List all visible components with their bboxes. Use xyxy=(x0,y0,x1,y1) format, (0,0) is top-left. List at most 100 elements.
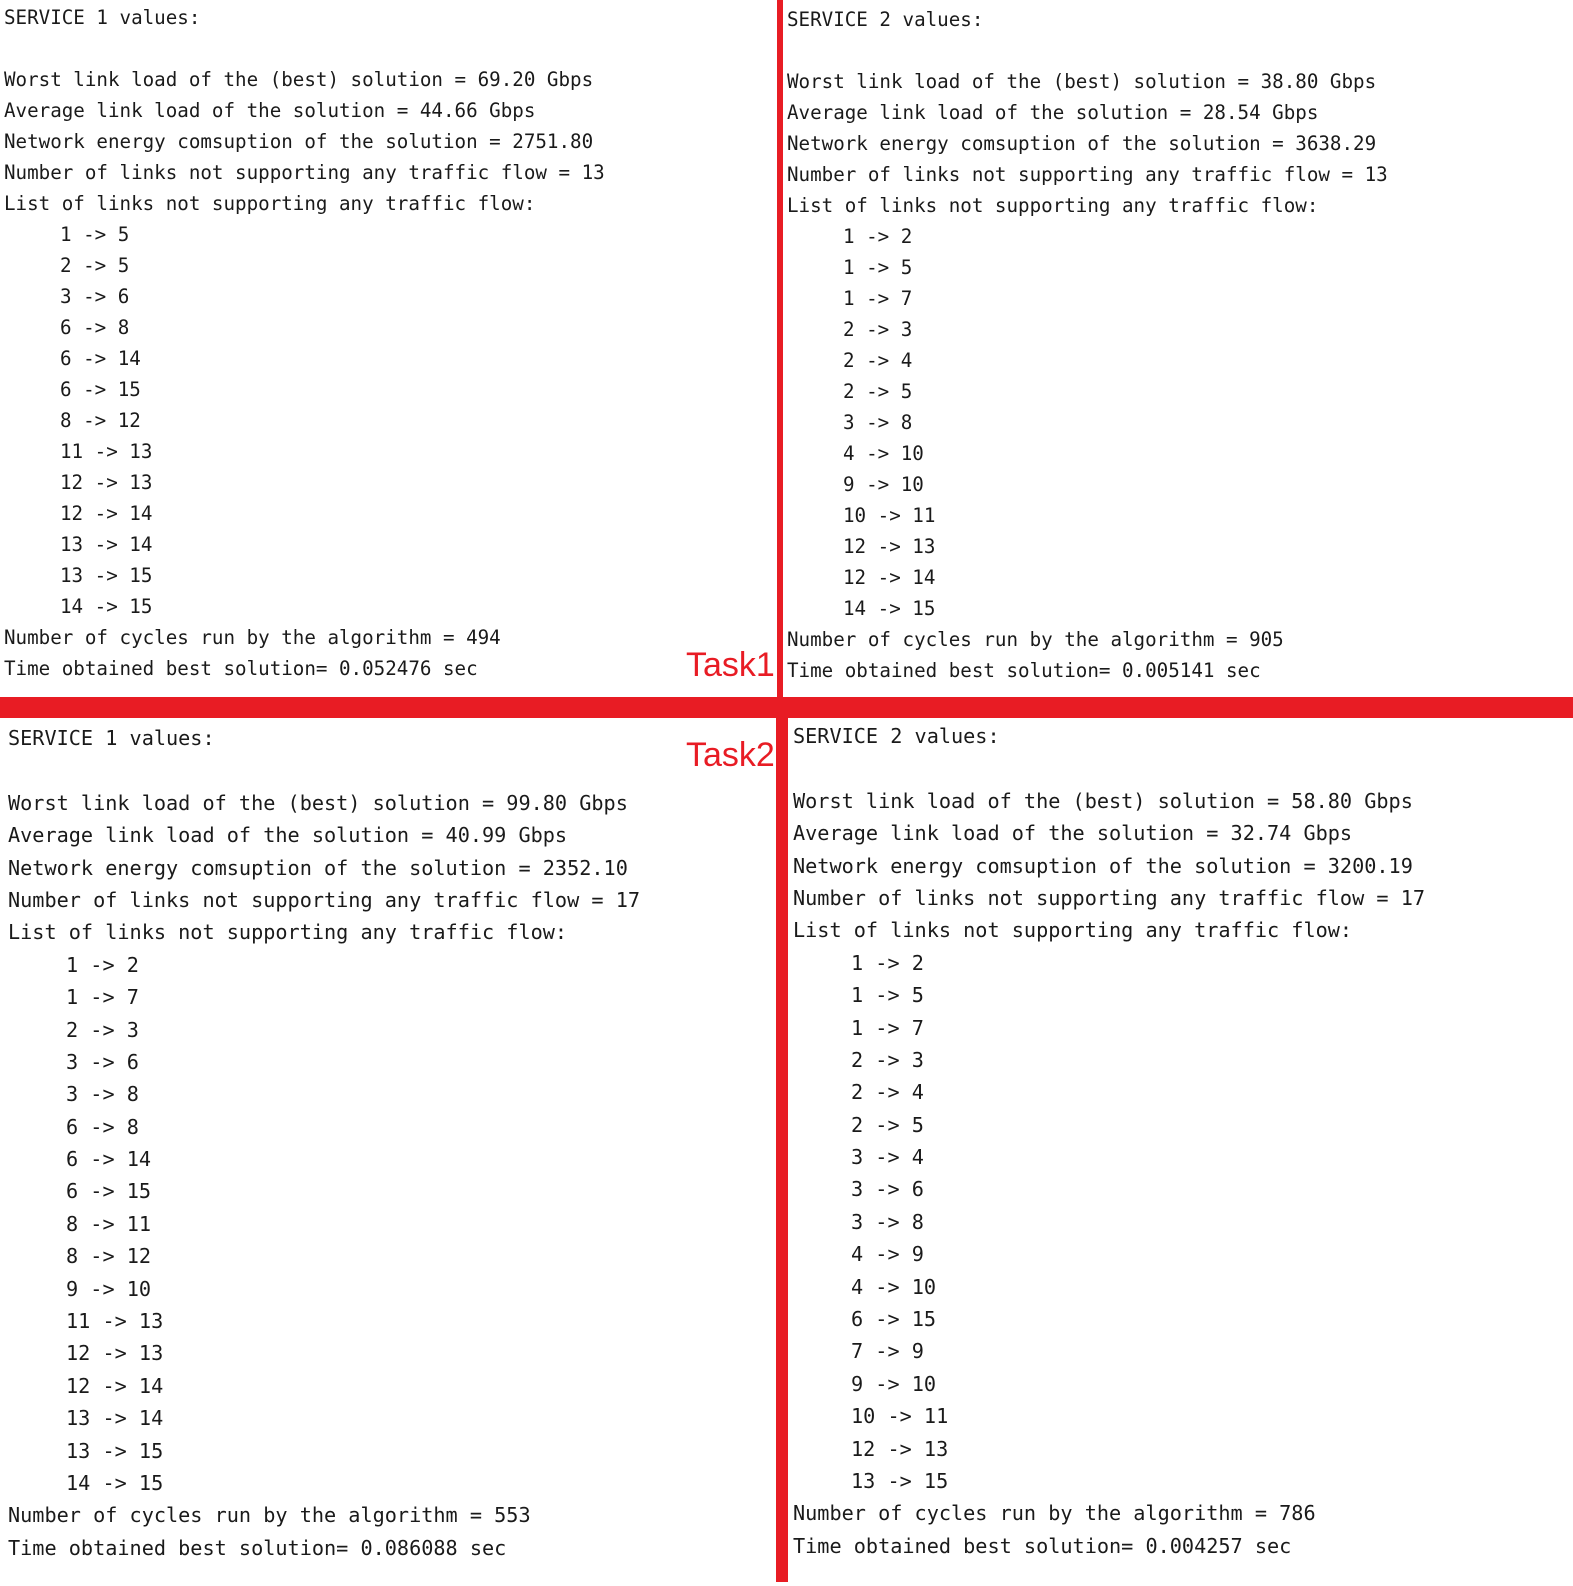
unused-link-item: 9 -> 10 xyxy=(66,1276,152,1301)
unused-link-item: 12 -> 14 xyxy=(60,502,153,525)
unused-link-item: 10 -> 11 xyxy=(851,1404,949,1429)
energy-consumption: Network energy comsuption of the solutio… xyxy=(8,855,628,880)
service-header: SERVICE 1 values: xyxy=(4,6,201,29)
unused-link-item: 2 -> 3 xyxy=(843,318,913,341)
unused-link-item: 11 -> 13 xyxy=(60,440,153,463)
service-header: SERVICE 1 values: xyxy=(8,726,215,750)
unused-link-item: 6 -> 14 xyxy=(66,1147,152,1172)
average-link-load: Average link load of the solution = 32.7… xyxy=(793,821,1353,846)
best-solution-time: Time obtained best solution= 0.052476 se… xyxy=(4,657,478,680)
unused-link-item: 2 -> 3 xyxy=(66,1017,139,1042)
vertical-divider-top xyxy=(777,0,783,706)
unused-link-item: 10 -> 11 xyxy=(843,504,936,527)
worst-link-load: Worst link load of the (best) solution =… xyxy=(8,790,628,815)
unused-link-item: 2 -> 5 xyxy=(851,1112,924,1137)
best-solution-time: Time obtained best solution= 0.086088 se… xyxy=(8,1535,507,1560)
unused-link-item: 13 -> 15 xyxy=(60,564,153,587)
unused-link-item: 1 -> 7 xyxy=(843,287,913,310)
energy-consumption: Network energy comsuption of the solutio… xyxy=(4,130,594,153)
task1-service1-output: SERVICE 1 values: Worst link load of the … xyxy=(0,0,783,708)
task1-service2-output: SERVICE 2 values: Worst link load of the … xyxy=(787,0,1573,700)
best-solution-time: Time obtained best solution= 0.004257 se… xyxy=(793,1533,1292,1558)
unused-link-item: 3 -> 4 xyxy=(851,1145,924,1170)
unused-link-item: 1 -> 7 xyxy=(851,1015,924,1040)
average-link-load: Average link load of the solution = 44.6… xyxy=(4,99,536,122)
unused-link-item: 9 -> 10 xyxy=(843,473,924,496)
unused-links-header: List of links not supporting any traffic… xyxy=(4,192,536,215)
unused-links-header: List of links not supporting any traffic… xyxy=(8,920,568,945)
unused-links-count: Number of links not supporting any traff… xyxy=(8,887,641,912)
unused-link-item: 14 -> 15 xyxy=(66,1470,164,1495)
unused-link-item: 2 -> 4 xyxy=(843,349,913,372)
unused-link-item: 3 -> 6 xyxy=(66,1049,139,1074)
unused-link-item: 4 -> 10 xyxy=(851,1274,937,1299)
unused-link-item: 12 -> 14 xyxy=(843,566,936,589)
unused-links-header: List of links not supporting any traffic… xyxy=(793,918,1353,943)
unused-link-item: 3 -> 8 xyxy=(843,411,913,434)
unused-link-item: 8 -> 12 xyxy=(66,1244,152,1269)
cycles-count: Number of cycles run by the algorithm = … xyxy=(8,1503,531,1528)
average-link-load: Average link load of the solution = 28.5… xyxy=(787,101,1319,124)
unused-link-item: 3 -> 8 xyxy=(851,1209,924,1234)
unused-link-item: 2 -> 3 xyxy=(851,1047,924,1072)
unused-links-count: Number of links not supporting any traff… xyxy=(793,885,1426,910)
unused-link-item: 1 -> 2 xyxy=(66,952,139,977)
unused-link-item: 6 -> 15 xyxy=(66,1179,152,1204)
unused-link-item: 6 -> 8 xyxy=(60,316,130,339)
unused-link-item: 9 -> 10 xyxy=(851,1371,937,1396)
unused-link-item: 8 -> 12 xyxy=(60,409,141,432)
unused-link-item: 13 -> 15 xyxy=(851,1468,949,1493)
unused-link-item: 3 -> 8 xyxy=(66,1082,139,1107)
unused-link-item: 4 -> 10 xyxy=(843,442,924,465)
unused-link-item: 6 -> 8 xyxy=(66,1114,139,1139)
unused-link-item: 2 -> 4 xyxy=(851,1080,924,1105)
best-solution-time: Time obtained best solution= 0.005141 se… xyxy=(787,659,1261,682)
worst-link-load: Worst link load of the (best) solution =… xyxy=(793,788,1413,813)
unused-links-header: List of links not supporting any traffic… xyxy=(787,194,1319,217)
worst-link-load: Worst link load of the (best) solution =… xyxy=(4,68,594,91)
unused-link-item: 1 -> 5 xyxy=(851,983,924,1008)
unused-links-count: Number of links not supporting any traff… xyxy=(4,161,605,184)
unused-link-item: 8 -> 11 xyxy=(66,1211,152,1236)
unused-link-item: 13 -> 14 xyxy=(66,1406,164,1431)
task2-label: Task2 xyxy=(686,736,775,774)
unused-link-item: 12 -> 13 xyxy=(843,535,936,558)
unused-link-item: 1 -> 2 xyxy=(843,225,913,248)
service-header: SERVICE 2 values: xyxy=(793,724,1000,748)
unused-link-item: 6 -> 14 xyxy=(60,347,141,370)
worst-link-load: Worst link load of the (best) solution =… xyxy=(787,70,1377,93)
task1-label: Task1 xyxy=(686,646,775,684)
unused-link-item: 3 -> 6 xyxy=(60,285,130,308)
unused-link-item: 6 -> 15 xyxy=(60,378,141,401)
task2-service1-output: SERVICE 1 values: Worst link load of the … xyxy=(0,718,784,1586)
unused-link-item: 2 -> 5 xyxy=(60,254,130,277)
unused-link-item: 12 -> 14 xyxy=(66,1373,164,1398)
unused-link-item: 7 -> 9 xyxy=(851,1339,924,1364)
unused-link-item: 13 -> 14 xyxy=(60,533,153,556)
unused-link-item: 14 -> 15 xyxy=(843,597,936,620)
unused-link-item: 12 -> 13 xyxy=(851,1436,949,1461)
unused-link-item: 2 -> 5 xyxy=(843,380,913,403)
vertical-divider-bottom xyxy=(776,706,788,1582)
unused-link-item: 13 -> 15 xyxy=(66,1438,164,1463)
task2-service2-output: SERVICE 2 values: Worst link load of the … xyxy=(788,718,1573,1584)
cycles-count: Number of cycles run by the algorithm = … xyxy=(787,628,1284,651)
average-link-load: Average link load of the solution = 40.9… xyxy=(8,823,568,848)
unused-link-item: 4 -> 9 xyxy=(851,1242,924,1267)
unused-link-item: 14 -> 15 xyxy=(60,595,153,618)
unused-link-item: 12 -> 13 xyxy=(66,1341,164,1366)
unused-link-item: 11 -> 13 xyxy=(66,1309,164,1334)
unused-link-item: 6 -> 15 xyxy=(851,1307,937,1332)
cycles-count: Number of cycles run by the algorithm = … xyxy=(4,626,501,649)
unused-link-item: 3 -> 6 xyxy=(851,1177,924,1202)
unused-link-item: 1 -> 5 xyxy=(60,223,130,246)
unused-link-item: 12 -> 13 xyxy=(60,471,153,494)
cycles-count: Number of cycles run by the algorithm = … xyxy=(793,1501,1316,1526)
unused-links-count: Number of links not supporting any traff… xyxy=(787,163,1388,186)
unused-link-item: 1 -> 5 xyxy=(843,256,913,279)
energy-consumption: Network energy comsuption of the solutio… xyxy=(793,853,1413,878)
